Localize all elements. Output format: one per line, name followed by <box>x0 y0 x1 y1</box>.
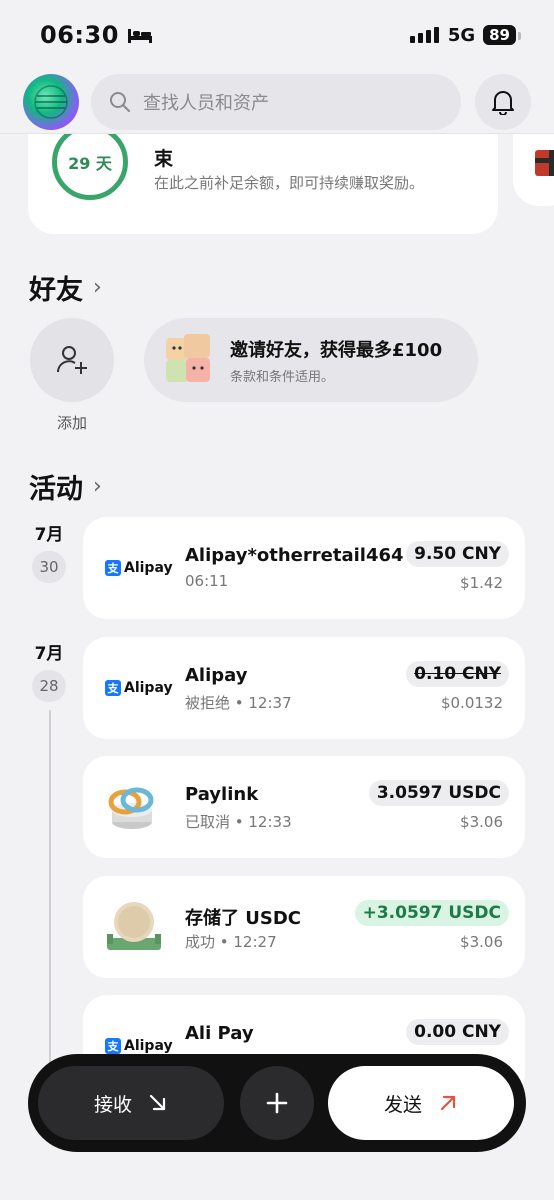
transaction-row[interactable]: 存储了 USDC 成功 • 12:27 +3.0597 USDC $3.06 <box>83 876 525 978</box>
action-bar: 接收 发送 <box>28 1054 526 1152</box>
countdown-ring: 29 天 <box>52 124 128 200</box>
sleep-mode-icon <box>127 26 153 44</box>
add-friend-button[interactable] <box>30 318 114 402</box>
status-bar: 06:30 5G 89 <box>0 0 554 70</box>
alipay-icon: 支 <box>105 680 121 696</box>
promo-title: 束 <box>154 148 174 170</box>
alipay-logo: 支 Alipay <box>105 545 173 591</box>
transaction-name: Alipay*otherretail464 <box>185 545 404 566</box>
transaction-amount: 3.0597 USDC <box>368 780 509 806</box>
add-friend-label: 添加 <box>56 414 87 432</box>
top-bar: 查找人员和资产 <box>0 70 554 134</box>
alipay-logo: 支 Alipay <box>105 665 173 711</box>
plus-icon <box>266 1092 288 1114</box>
globe-icon <box>34 84 68 119</box>
network-label: 5G <box>447 24 476 46</box>
invite-friends-card[interactable]: 邀请好友，获得最多£100 条款和条件适用。 <box>144 318 478 402</box>
avatar[interactable] <box>23 73 79 130</box>
transaction-row[interactable]: Paylink 已取消 • 12:33 3.0597 USDC $3.06 <box>83 756 525 858</box>
arrow-up-right-icon <box>440 1095 456 1111</box>
transaction-status: 已取消 • 12:33 <box>185 813 292 831</box>
transaction-amount-usd: $1.42 <box>460 574 503 592</box>
chevron-right-icon: › <box>93 275 102 300</box>
transaction-amount-usd: $0.0132 <box>440 694 503 712</box>
transaction-name: Paylink <box>185 784 259 805</box>
receive-label: 接收 <box>93 1093 132 1116</box>
search-icon <box>109 91 131 113</box>
status-indicators: 5G 89 <box>409 24 521 46</box>
invite-title: 邀请好友，获得最多£100 <box>230 339 443 361</box>
search-bar[interactable]: 查找人员和资产 <box>91 73 461 130</box>
transaction-row[interactable]: 支 Alipay Alipay*otherretail464 06:11 9.50… <box>83 517 525 619</box>
signal-icon <box>409 26 440 44</box>
add-friend[interactable]: 添加 <box>30 318 114 433</box>
date-day: 30 <box>32 551 66 583</box>
coin-stand-icon <box>105 902 169 950</box>
coins-icon <box>105 784 169 830</box>
alipay-icon: 支 <box>105 560 121 576</box>
transaction-amount-usd: $3.06 <box>460 933 503 951</box>
transaction-amount: 0.00 CNY <box>406 1019 509 1045</box>
transaction-amount-usd: $3.06 <box>460 813 503 831</box>
alipay-logo-text: Alipay <box>124 1038 173 1054</box>
send-button[interactable]: 发送 <box>328 1066 514 1140</box>
promo-description: 在此之前补足余额，即可持续赚取奖励。 <box>154 174 425 192</box>
search-input[interactable]: 查找人员和资产 <box>143 89 269 115</box>
activity-section-title[interactable]: 活动 › <box>29 467 102 506</box>
status-time: 06:30 <box>40 21 119 49</box>
gift-icon <box>535 150 554 176</box>
transaction-amount: 9.50 CNY <box>406 541 509 567</box>
transaction-row[interactable]: 支 Alipay Alipay 被拒绝 • 12:37 0.10 CNY $0.0… <box>83 637 525 739</box>
date-day: 28 <box>32 670 66 702</box>
date-group-header: 7月 30 <box>30 520 68 583</box>
date-group-header: 7月 28 <box>30 639 68 702</box>
transaction-time: 06:11 <box>185 572 229 590</box>
transaction-amount: 0.10 CNY <box>406 661 509 687</box>
transaction-name: Ali Pay <box>185 1023 254 1044</box>
transaction-name: Alipay <box>185 665 248 686</box>
notifications-button[interactable] <box>475 73 531 130</box>
friends-section-title[interactable]: 好友 › <box>29 268 102 307</box>
add-button[interactable] <box>240 1066 314 1140</box>
alipay-logo-text: Alipay <box>124 560 173 576</box>
transaction-amount: +3.0597 USDC <box>354 900 509 926</box>
date-month: 7月 <box>34 644 64 664</box>
bell-icon <box>492 90 514 115</box>
arrow-down-right-icon <box>149 1094 166 1111</box>
alipay-logo-text: Alipay <box>124 680 173 696</box>
transaction-status: 被拒绝 • 12:37 <box>185 694 292 712</box>
invite-blocks-icon <box>164 332 214 388</box>
transaction-name: 存储了 USDC <box>185 908 301 929</box>
date-month: 7月 <box>34 525 64 545</box>
chevron-right-icon: › <box>93 474 102 499</box>
add-person-icon <box>57 346 87 374</box>
activity-title: 活动 <box>29 474 83 505</box>
invite-terms: 条款和条件适用。 <box>230 369 335 385</box>
receive-button[interactable]: 接收 <box>38 1066 224 1140</box>
friends-title: 好友 <box>29 275 83 306</box>
transaction-status: 成功 • 12:27 <box>185 933 277 951</box>
battery-indicator: 89 <box>483 25 521 45</box>
alipay-icon: 支 <box>105 1038 121 1054</box>
send-label: 发送 <box>383 1093 422 1116</box>
